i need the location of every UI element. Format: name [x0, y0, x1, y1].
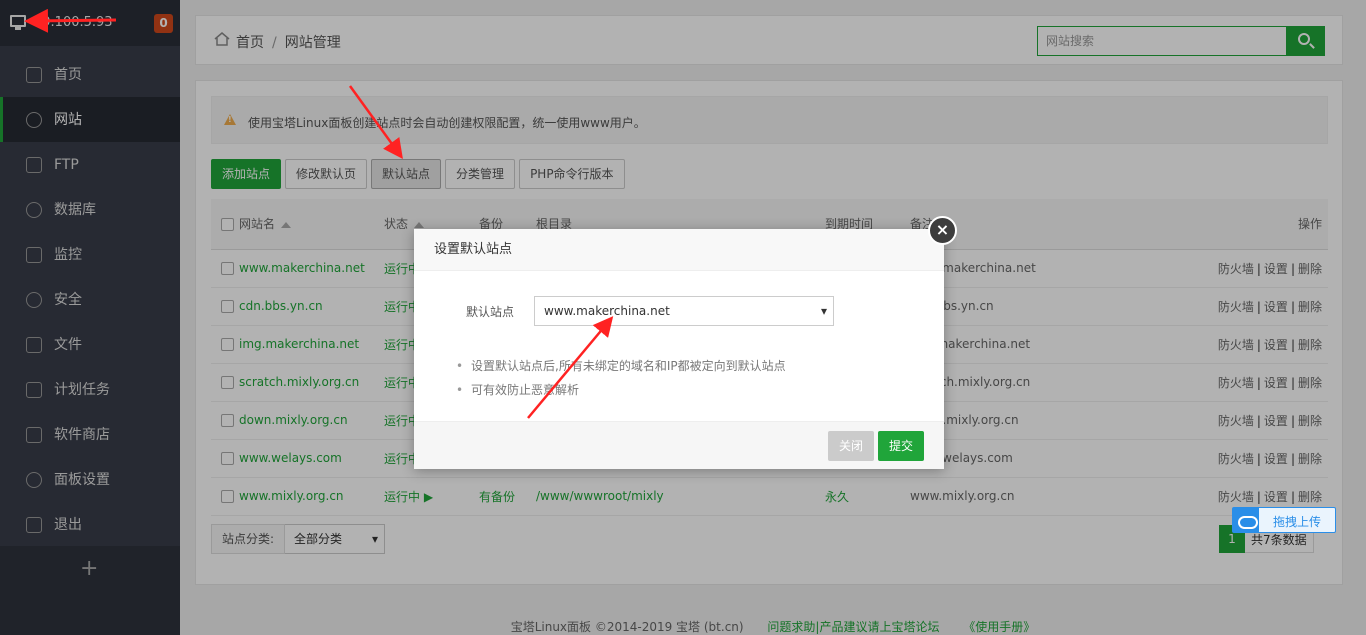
tip-item: 设置默认站点后,所有未绑定的域名和IP都被定向到默认站点	[456, 354, 786, 378]
default-site-label: 默认站点	[466, 304, 515, 319]
drag-upload-label: 拖拽上传	[1273, 515, 1322, 529]
submit-button[interactable]: 提交	[878, 431, 924, 461]
dialog-tips: 设置默认站点后,所有未绑定的域名和IP都被定向到默认站点 可有效防止恶意解析	[456, 354, 786, 402]
dialog-footer: 关闭 提交	[414, 421, 944, 469]
default-site-select[interactable]: www.makerchina.net	[534, 296, 835, 326]
default-site-dialog: 设置默认站点 × 默认站点 www.makerchina.net 设置默认站点后…	[414, 216, 957, 469]
drag-upload-widget[interactable]: 拖拽上传	[1232, 507, 1336, 533]
default-site-row: 默认站点 www.makerchina.net	[466, 296, 835, 326]
dialog-title: 设置默认站点	[414, 229, 944, 271]
cloud-icon	[1233, 508, 1259, 532]
close-icon[interactable]: ×	[928, 216, 957, 245]
close-button[interactable]: 关闭	[828, 431, 874, 461]
tip-item: 可有效防止恶意解析	[456, 378, 786, 402]
